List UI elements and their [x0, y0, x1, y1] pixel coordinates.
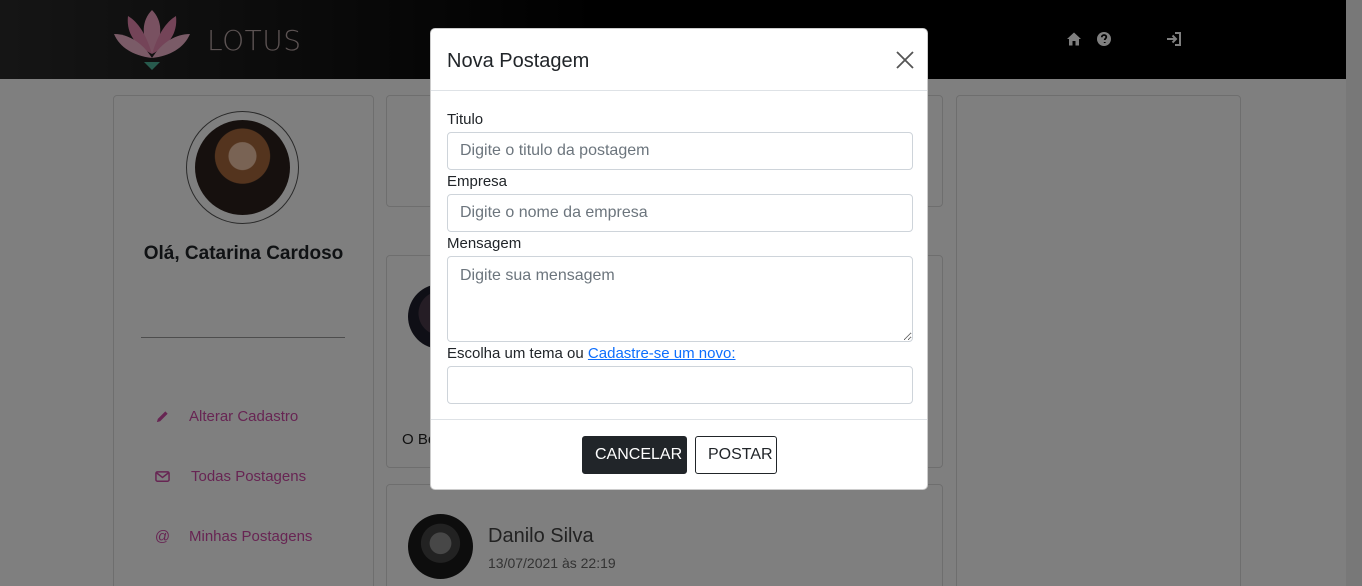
- tema-input[interactable]: [447, 366, 913, 404]
- modal-title: Nova Postagem: [447, 50, 590, 72]
- empresa-input[interactable]: [447, 194, 913, 232]
- post-button[interactable]: POSTAR: [695, 436, 777, 474]
- empresa-label: Empresa: [447, 173, 508, 190]
- tema-label: Escolha um tema ou Cadastre-se um novo:: [447, 345, 736, 362]
- modal-header: Nova Postagem: [431, 29, 927, 91]
- titulo-label: Titulo: [447, 111, 484, 128]
- close-button[interactable]: [894, 49, 916, 71]
- cancel-button[interactable]: CANCELAR: [582, 436, 687, 474]
- close-icon: [894, 49, 916, 71]
- register-theme-link[interactable]: Cadastre-se um novo:: [588, 345, 736, 362]
- mensagem-textarea[interactable]: [447, 256, 913, 342]
- titulo-input[interactable]: [447, 132, 913, 170]
- tema-label-text: Escolha um tema ou: [447, 345, 584, 362]
- new-post-modal: Nova Postagem Titulo Empresa Mensagem Es…: [430, 28, 928, 490]
- modal-footer: CANCELAR POSTAR: [431, 419, 927, 489]
- mensagem-label: Mensagem: [447, 235, 522, 252]
